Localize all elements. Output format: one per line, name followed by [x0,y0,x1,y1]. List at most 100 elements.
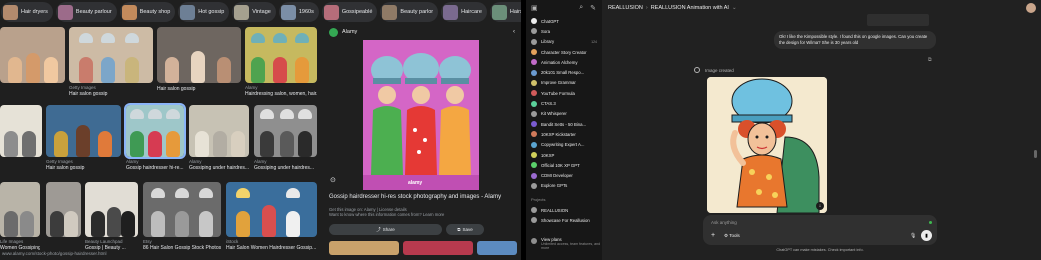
related-image[interactable] [329,241,399,255]
search-chip[interactable]: Haircare [441,2,487,22]
microphone-icon[interactable]: 🎙 [910,233,916,239]
result-image[interactable] [124,103,186,159]
search-chip[interactable]: Hair dryers [1,2,53,22]
search-chip[interactable]: Beauty parlour [55,2,117,22]
result-11[interactable] [46,182,81,240]
related-image[interactable] [477,241,517,255]
bookmark-icon: ⧉ [457,227,461,232]
download-icon[interactable]: ↓ [816,202,824,210]
sidebar-item[interactable]: YouTube Formula [526,88,602,98]
sidebar-item[interactable]: Improve Grammar [526,78,602,88]
share-icon: ⤴ [376,226,381,232]
save-button[interactable]: ⧉ Save [446,224,484,235]
result-8[interactable]: Alamy Gossiping under hairdres... [189,105,249,171]
sidebar-item[interactable]: Explore GPTs [526,181,602,191]
search-chip[interactable]: Beauty shop [119,2,176,22]
result-7-selected[interactable]: Alamy Gossip hairdresser hi-re... [124,103,186,171]
sidebar-item[interactable]: 20k101 Small Respo... [526,67,602,77]
result-image[interactable] [85,182,138,237]
chevron-down-icon[interactable]: ⌄ [732,5,737,11]
result-4[interactable]: Alamy Hairdressing salon, women, hair... [245,27,317,97]
related-image[interactable] [403,241,473,255]
result-image[interactable] [245,27,317,83]
chip-label: Vintage [252,9,271,15]
sidebar-item[interactable]: Official 10K XP GPT [526,160,602,170]
search-chip[interactable]: 1960s [278,2,319,22]
result-1[interactable] [0,27,65,86]
result-14[interactable]: iStock Hair Salon Women Hairdresser Goss… [226,182,317,251]
preview-title[interactable]: Gossip hairdresser hi-res stock photogra… [329,194,515,200]
preview-image[interactable]: alamy [363,40,479,190]
sidebar-item-label: 20k101 Small Respo... [541,70,585,76]
result-9[interactable]: Alamy Gossiping under hairdres... [254,105,317,171]
search-icon[interactable]: ⌕ [579,4,583,12]
search-chip[interactable]: Gossipeablé [321,2,378,22]
composer-input[interactable]: Ask anything [711,220,737,225]
lens-icon[interactable]: ⊙ [330,176,336,184]
result-caption: Gossiping under hairdres... [189,165,249,171]
scrollbar-thumb[interactable] [1034,150,1037,158]
tools-icon: ⚙ [724,233,729,238]
avatar[interactable] [1026,3,1036,13]
sidebar-item[interactable]: 10KXP Kickstarter [526,129,602,139]
sidebar-item[interactable]: CDMI Developer [526,170,602,180]
result-image[interactable] [0,27,65,83]
voice-mode-button[interactable]: ▮ [921,230,932,241]
generated-image[interactable]: ↓ [707,77,827,213]
sidebar-item-label: REALLUSION [541,207,569,213]
result-image[interactable] [0,182,40,237]
chat-area: REALLUSION › REALLUSION Animation with A… [602,0,1041,260]
sidebar-toggle-icon[interactable]: ▣ [531,4,538,12]
share-button[interactable]: ⤴ Share [329,224,442,235]
image-created-label: Image created [705,67,734,73]
search-chip[interactable]: Hot gossip [178,2,230,22]
result-image[interactable] [189,105,249,157]
sidebar-item[interactable]: ChatGPT [526,16,602,26]
result-2[interactable]: Getty Images Hair salon gossip [69,27,153,97]
result-image[interactable] [254,105,317,157]
copy-icon[interactable]: ⧉ [928,57,932,63]
search-chip[interactable]: Beauty parlor [380,2,439,22]
sidebar-item[interactable]: CTAS.3 [526,98,602,108]
sidebar-item[interactable]: Showcase For Reallusion [526,215,602,225]
sidebar-item[interactable]: Kit Whisperer [526,109,602,119]
sidebar-item[interactable]: Library 124 [526,37,602,47]
result-3[interactable]: Hair salon gossip [157,27,241,92]
plus-icon[interactable]: + [711,232,715,239]
result-6[interactable]: Getty Images Hair salon gossip [46,105,121,171]
result-image[interactable] [226,182,317,237]
sidebar-item[interactable]: 10KXP [526,150,602,160]
chip-label: Beauty shop [139,9,171,15]
sidebar-item[interactable]: Animation Alchemy [526,57,602,67]
breadcrumb-chat[interactable]: REALLUSION Animation with AI [651,5,729,11]
result-image[interactable] [46,105,121,157]
result-image[interactable] [46,182,81,237]
sidebar-item[interactable]: REALLUSION [526,205,602,215]
message-composer[interactable]: Ask anything + ⚙ Tools 🎙 ▮ [703,215,937,245]
sidebar-item-label: Explore GPTs [541,183,568,189]
status-url: www.alamy.com/stock-photo/gossip-hairdre… [0,250,109,257]
sidebar-item[interactable]: Copywriting Expert A... [526,140,602,150]
result-5[interactable] [0,105,42,160]
breadcrumb-project[interactable]: REALLUSION [608,5,643,11]
search-chip[interactable]: Hairstyle [489,2,521,22]
sidebar-item[interactable]: Bandit Setts - 50 Bina... [526,119,602,129]
preview-info[interactable]: Want to know where this information come… [329,212,515,217]
result-image[interactable] [143,182,221,237]
chevron-left-icon[interactable]: ‹ [513,29,515,35]
sidebar-item[interactable]: Sora [526,26,602,36]
search-chip[interactable]: Vintage [232,2,276,22]
upgrade-plan[interactable]: View plans Unlimited access, team featur… [531,237,602,250]
gpt-icon [531,182,537,189]
sidebar-item[interactable]: Character Story Creator [526,47,602,57]
tools-button[interactable]: ⚙ Tools [724,233,740,239]
result-10[interactable]: Life Images Women Gossiping At ... [0,182,40,251]
result-image[interactable] [0,105,42,157]
result-13[interactable]: Etsy 86 Hair Salon Gossip Stock Photos..… [143,182,221,251]
result-12[interactable]: Beauty Launchpad Gossip | Beauty ... [85,182,138,251]
result-image[interactable] [157,27,241,83]
sidebar-item-label: YouTube Formula [541,90,575,96]
new-chat-icon[interactable]: ✎ [590,4,596,12]
result-image[interactable] [69,27,153,83]
chip-thumbnail [323,4,339,20]
